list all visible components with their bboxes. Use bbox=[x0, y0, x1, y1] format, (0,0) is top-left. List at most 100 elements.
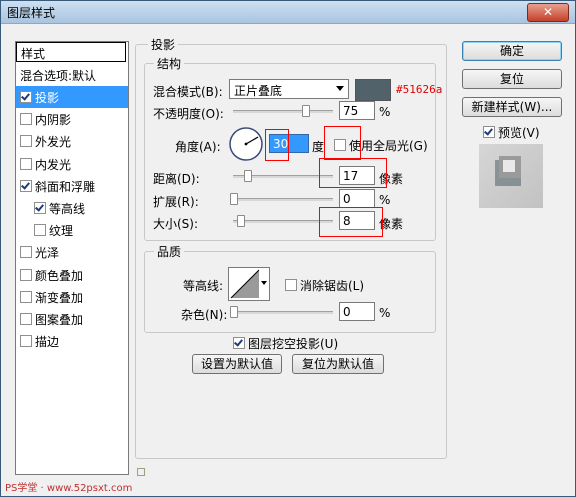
antialias-checkbox[interactable]: 消除锯齿(L) bbox=[285, 277, 364, 294]
preview-checkbox[interactable]: 预览(V) bbox=[483, 124, 540, 141]
knockout-label: 图层挖空投影(U) bbox=[248, 337, 339, 351]
noise-slider-track[interactable] bbox=[233, 311, 333, 314]
angle-dial[interactable] bbox=[228, 126, 264, 162]
shadow-color-swatch[interactable] bbox=[355, 79, 391, 101]
blend-mode-label: 混合模式(B): bbox=[153, 85, 223, 99]
size-slider-track[interactable] bbox=[233, 220, 333, 223]
preview-thumbnail bbox=[479, 144, 543, 208]
blend-options-item[interactable]: 混合选项:默认 bbox=[16, 64, 128, 86]
sidebar-item-label: 内发光 bbox=[35, 157, 72, 172]
opacity-slider-track[interactable] bbox=[233, 110, 333, 113]
preview-image-icon bbox=[495, 156, 521, 186]
sidebar-item-2[interactable]: 外发光 bbox=[16, 130, 128, 152]
sidebar-item-label: 图案叠加 bbox=[35, 313, 84, 327]
window-title: 图层样式 bbox=[7, 6, 56, 20]
sidebar-item-4[interactable]: 斜面和浮雕 bbox=[16, 175, 128, 197]
sidebar-item-8[interactable]: 颜色叠加 bbox=[16, 264, 128, 286]
checkbox-icon bbox=[20, 91, 32, 103]
antialias-label: 消除锯齿(L) bbox=[300, 279, 365, 293]
size-slider-thumb[interactable] bbox=[237, 215, 245, 227]
resize-grip-icon bbox=[137, 468, 145, 476]
sidebar-item-label: 外发光 bbox=[35, 135, 72, 150]
checkbox-icon bbox=[483, 126, 495, 138]
opacity-label: 不透明度(O): bbox=[153, 107, 224, 121]
style-list: 样式 混合选项:默认 投影内阴影外发光内发光斜面和浮雕等高线纹理光泽颜色叠加渐变… bbox=[15, 41, 129, 475]
checkbox-icon bbox=[20, 113, 32, 126]
ok-button[interactable]: 确定 bbox=[462, 41, 562, 61]
checkbox-icon bbox=[20, 157, 32, 170]
size-label: 大小(S): bbox=[153, 217, 199, 231]
angle-label: 角度(A): bbox=[175, 140, 221, 154]
sidebar-item-6[interactable]: 纹理 bbox=[16, 219, 128, 241]
contour-picker[interactable] bbox=[228, 267, 270, 301]
sidebar-item-10[interactable]: 图案叠加 bbox=[16, 308, 128, 330]
angle-unit: 度 bbox=[312, 140, 325, 154]
style-list-header[interactable]: 样式 bbox=[16, 42, 126, 62]
reset-button[interactable]: 复位 bbox=[462, 69, 562, 89]
sidebar-item-label: 光泽 bbox=[35, 246, 60, 261]
chevron-down-icon bbox=[336, 86, 344, 91]
highlight-global-light bbox=[324, 126, 361, 160]
knockout-checkbox[interactable]: 图层挖空投影(U) bbox=[233, 335, 338, 352]
preview-label: 预览(V) bbox=[498, 126, 540, 140]
sidebar-item-0[interactable]: 投影 bbox=[16, 86, 128, 108]
sidebar-item-9[interactable]: 渐变叠加 bbox=[16, 286, 128, 308]
spread-slider-thumb[interactable] bbox=[230, 193, 238, 205]
sidebar-item-1[interactable]: 内阴影 bbox=[16, 108, 128, 130]
sidebar-item-5[interactable]: 等高线 bbox=[16, 197, 128, 219]
structure-title: 结构 bbox=[154, 55, 185, 72]
opacity-input[interactable]: 75 bbox=[339, 101, 375, 120]
checkbox-icon bbox=[34, 202, 46, 214]
spread-unit: % bbox=[379, 193, 391, 207]
checkbox-icon bbox=[34, 224, 46, 237]
highlight-distance bbox=[319, 158, 387, 188]
blend-mode-select[interactable]: 正片叠底 bbox=[229, 79, 349, 99]
title-bar: 图层样式 ✕ bbox=[1, 1, 575, 24]
contour-icon bbox=[230, 269, 260, 299]
checkbox-icon bbox=[20, 290, 32, 303]
blend-mode-value: 正片叠底 bbox=[234, 84, 283, 98]
set-default-button[interactable]: 设置为默认值 bbox=[192, 354, 282, 374]
spread-input[interactable]: 0 bbox=[339, 189, 375, 208]
noise-label: 杂色(N): bbox=[181, 308, 228, 322]
checkbox-icon bbox=[20, 313, 32, 325]
opacity-slider-thumb[interactable] bbox=[302, 105, 310, 117]
checkbox-icon bbox=[20, 179, 32, 192]
sidebar-item-label: 等高线 bbox=[49, 202, 86, 216]
sidebar-item-label: 颜色叠加 bbox=[35, 268, 84, 283]
layer-style-dialog: 图层样式 ✕ 样式 混合选项:默认 投影内阴影外发光内发光斜面和浮雕等高线纹理光… bbox=[0, 0, 576, 497]
checkbox-icon bbox=[285, 279, 297, 291]
blend-options-label: 混合选项:默认 bbox=[20, 69, 97, 83]
distance-label: 距离(D): bbox=[153, 172, 200, 186]
angle-dial-icon bbox=[229, 127, 263, 161]
close-button[interactable]: ✕ bbox=[527, 3, 569, 22]
quality-title: 品质 bbox=[154, 243, 185, 260]
noise-slider-thumb[interactable] bbox=[230, 306, 238, 318]
contour-label: 等高线: bbox=[183, 279, 224, 293]
sidebar-item-label: 斜面和浮雕 bbox=[35, 179, 96, 194]
sidebar-item-7[interactable]: 光泽 bbox=[16, 241, 128, 263]
distance-slider-thumb[interactable] bbox=[244, 170, 252, 182]
noise-input[interactable]: 0 bbox=[339, 302, 375, 321]
highlight-angle bbox=[265, 129, 289, 161]
sidebar-item-label: 纹理 bbox=[49, 224, 74, 239]
highlight-size bbox=[319, 207, 383, 237]
new-style-button[interactable]: 新建样式(W)... bbox=[462, 97, 562, 117]
watermark-text: PS学堂 · www.52psxt.com bbox=[5, 483, 133, 494]
chevron-down-icon bbox=[261, 281, 267, 285]
sidebar-item-3[interactable]: 内发光 bbox=[16, 153, 128, 175]
spread-slider-track[interactable] bbox=[233, 198, 333, 201]
sidebar-item-label: 描边 bbox=[35, 335, 60, 350]
sidebar-item-11[interactable]: 描边 bbox=[16, 330, 128, 352]
spread-label: 扩展(R): bbox=[153, 195, 199, 209]
noise-unit: % bbox=[379, 306, 391, 320]
checkbox-icon bbox=[20, 268, 32, 281]
sidebar-item-label: 内阴影 bbox=[35, 113, 72, 128]
color-annotation: #51626a bbox=[396, 83, 443, 96]
opacity-unit: % bbox=[379, 105, 391, 119]
checkbox-icon bbox=[20, 135, 32, 148]
checkbox-icon bbox=[20, 246, 32, 259]
checkbox-icon bbox=[233, 337, 245, 349]
reset-default-button[interactable]: 复位为默认值 bbox=[292, 354, 384, 374]
sidebar-item-label: 投影 bbox=[35, 91, 60, 105]
